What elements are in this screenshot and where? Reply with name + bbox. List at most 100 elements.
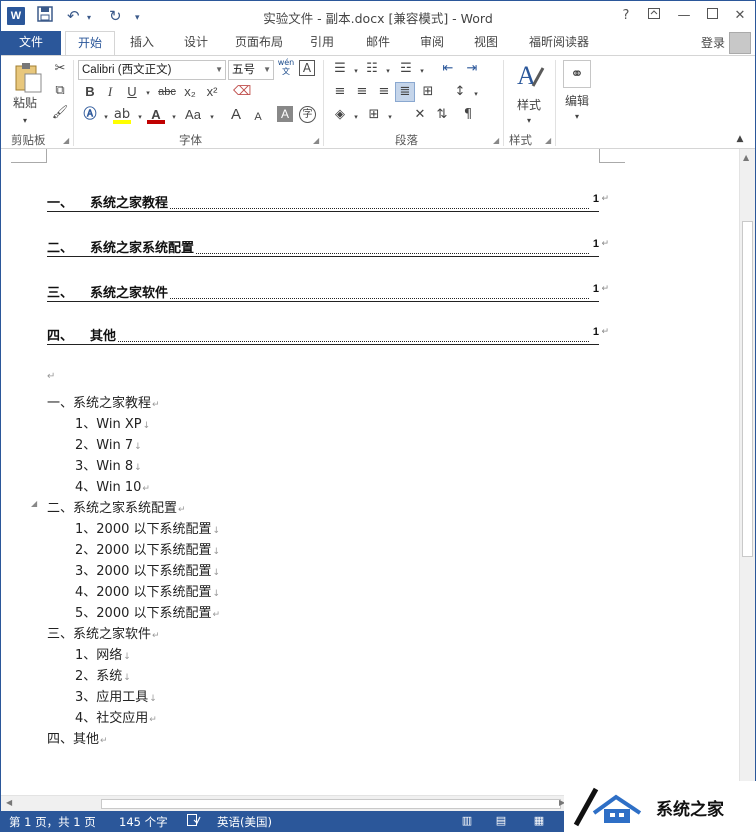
maximize-button[interactable] [699,5,725,27]
heading-line[interactable]: 三、系统之家软件↵ [47,623,160,642]
list-item[interactable]: 5、2000 以下系统配置↵ [75,602,220,621]
scroll-up-icon[interactable]: ▲ [743,153,749,162]
proofing-icon[interactable] [187,814,201,829]
document-area[interactable]: 一、 系统之家教程 1 ↵ 二、 系统之家系统配置 1 ↵ 三、 系统之家软件 … [1,149,739,795]
tab-references[interactable]: 引用 [299,31,345,55]
heading-line[interactable]: 一、系统之家教程↵ [47,392,160,411]
character-shading-icon[interactable]: A [277,106,293,122]
numbering-dropdown-icon[interactable]: ▾ [379,62,397,80]
login-link[interactable]: 登录 [701,34,725,51]
copy-icon[interactable]: ⧉ [51,82,69,100]
help-button[interactable]: ? [613,5,639,27]
paste-dropdown-icon[interactable]: ▾ [23,112,27,130]
tab-mailings[interactable]: 邮件 [355,31,401,55]
word-count[interactable]: 145 个字 [119,814,168,830]
scrollbar-thumb[interactable] [742,221,753,557]
ribbon-display-options-button[interactable] [641,5,667,27]
show-hide-marks-icon[interactable]: ¶ [459,106,477,124]
grow-font-icon[interactable]: A [227,106,245,124]
bold-icon[interactable]: B [81,83,99,101]
toc-entry[interactable]: 二、 系统之家系统配置 1 ↵ [47,237,609,257]
list-item[interactable]: 1、Win XP↓ [75,413,150,432]
line-spacing-dropdown-icon[interactable]: ▾ [467,85,485,103]
sort-icon[interactable]: ⇅ [433,106,451,124]
font-color-icon[interactable]: A [147,106,165,124]
tab-page-layout[interactable]: 页面布局 [227,31,291,55]
clear-formatting-icon[interactable]: ⌫ [233,83,251,101]
list-item[interactable]: 4、社交应用↵ [75,707,157,726]
decrease-indent-icon[interactable]: ⇤ [439,60,457,78]
change-case-icon[interactable]: Aa [181,106,205,124]
tab-home[interactable]: 开始 [65,31,115,55]
close-button[interactable]: ✕ [727,5,753,27]
tab-insert[interactable]: 插入 [119,31,165,55]
minimize-button[interactable]: — [671,5,697,27]
list-item[interactable]: 1、2000 以下系统配置↓ [75,518,220,537]
enclose-characters-icon[interactable]: 字 [299,106,316,123]
toc-entry[interactable]: 一、 系统之家教程 1 ↵ [47,192,609,212]
list-item[interactable]: 3、应用工具↓ [75,686,157,705]
change-case-dropdown-icon[interactable]: ▾ [203,108,221,126]
phonetic-guide-icon[interactable]: wén 文 [277,58,295,76]
strikethrough-icon[interactable]: abc [155,83,179,101]
increase-indent-icon[interactable]: ⇥ [463,60,481,78]
styles-dropdown-icon[interactable]: ▾ [527,112,531,130]
list-item[interactable]: 2、2000 以下系统配置↓ [75,539,220,558]
align-center-icon[interactable]: ≡ [353,83,371,101]
list-item[interactable]: 2、Win 7↓ [75,434,142,453]
list-item[interactable]: 3、Win 8↓ [75,455,142,474]
collapse-triangle-icon[interactable]: ◢ [31,499,37,508]
font-size-combo[interactable]: 五号 ▼ [228,60,274,80]
list-item[interactable]: 4、Win 10↵ [75,476,150,495]
tab-foxit-reader[interactable]: 福昕阅读器 [519,31,599,55]
paste-icon[interactable] [13,62,43,93]
scroll-left-icon[interactable]: ◀ [6,798,12,807]
list-item[interactable]: 1、网络↓ [75,644,131,663]
clipboard-launcher-icon[interactable]: ◢ [63,136,69,145]
styles-launcher-icon[interactable]: ◢ [545,136,551,145]
borders-dropdown-icon[interactable]: ▾ [381,108,399,126]
collapse-ribbon-icon[interactable]: ▲ [731,130,749,148]
align-right-icon[interactable]: ≡ [375,83,393,101]
multilevel-dropdown-icon[interactable]: ▾ [413,62,431,80]
shrink-font-icon[interactable]: A [249,108,267,126]
chinese-layout-icon[interactable]: ✕ [411,106,429,124]
styles-icon[interactable]: A [515,60,545,90]
subscript-icon[interactable]: x₂ [181,83,199,101]
heading-line[interactable]: 二、系统之家系统配置↵ [47,497,186,516]
scrollbar-thumb[interactable] [101,799,561,809]
highlight-color-icon[interactable]: ab [113,106,131,124]
toc-entry[interactable]: 三、 系统之家软件 1 ↵ [47,282,609,302]
tab-review[interactable]: 审阅 [409,31,455,55]
binoculars-icon[interactable]: ⚭ [563,60,591,88]
paragraph-launcher-icon[interactable]: ◢ [493,136,499,145]
tab-design[interactable]: 设计 [173,31,219,55]
format-painter-icon[interactable]: 🖌 [51,104,69,122]
vertical-scrollbar[interactable]: ▲ ▼ [739,149,755,795]
font-name-combo[interactable]: Calibri (西文正文) ▼ [78,60,226,80]
page-count[interactable]: 第 1 页，共 1 页 [9,814,96,830]
heading-line[interactable]: 四、其他↵ [47,728,108,747]
print-layout-icon[interactable]: ▤ [493,813,509,829]
superscript-icon[interactable]: x² [203,83,221,101]
shading-dropdown-icon[interactable]: ▾ [347,108,365,126]
list-item[interactable]: 3、2000 以下系统配置↓ [75,560,220,579]
avatar[interactable] [729,32,751,54]
web-layout-icon[interactable]: ▦ [531,813,547,829]
editing-dropdown-icon[interactable]: ▾ [575,108,579,126]
paste-button[interactable]: 粘贴 [13,94,37,112]
list-item[interactable]: 2、系统↓ [75,665,131,684]
toc-entry[interactable]: 四、 其他 1 ↵ [47,325,609,345]
italic-icon[interactable]: I [101,83,119,101]
font-launcher-icon[interactable]: ◢ [313,136,319,145]
distributed-icon[interactable]: ⊞ [419,83,437,101]
language-indicator[interactable]: 英语(美国) [217,814,272,830]
justify-icon[interactable]: ≣ [395,82,415,102]
tab-view[interactable]: 视图 [463,31,509,55]
tab-file[interactable]: 文件 [1,31,61,55]
read-mode-icon[interactable]: ▥ [459,813,475,829]
enclose-char-border-icon[interactable]: A [299,60,315,76]
list-item[interactable]: 4、2000 以下系统配置↓ [75,581,220,600]
cut-icon[interactable]: ✂ [51,60,69,78]
align-left-icon[interactable]: ≡ [331,83,349,101]
